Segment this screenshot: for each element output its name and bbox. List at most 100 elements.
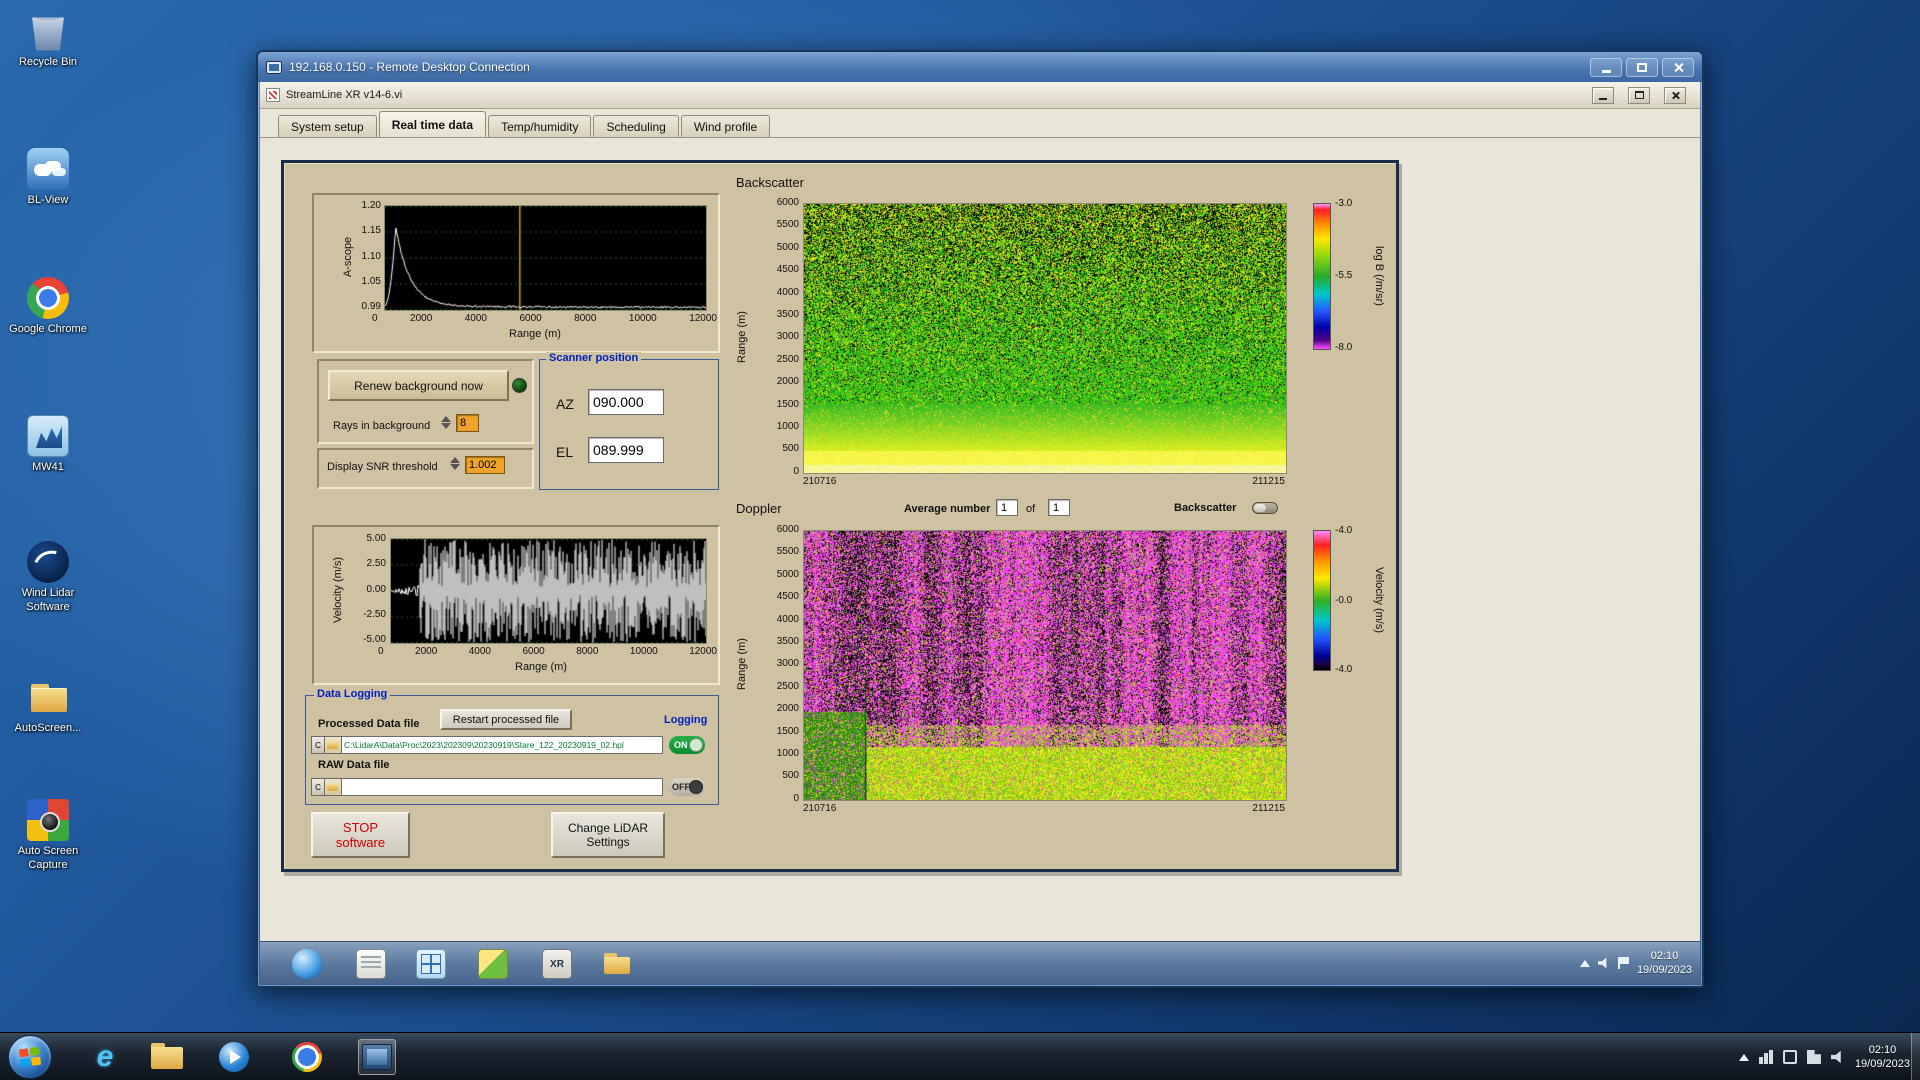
tray-signal-icon[interactable] bbox=[1759, 1050, 1773, 1064]
snr-threshold-value[interactable]: 1.002 bbox=[465, 456, 505, 474]
ascope-x-tick: 4000 bbox=[465, 313, 487, 324]
remote-taskbar-xr-app-icon[interactable]: XR bbox=[542, 949, 572, 979]
average-number-field[interactable]: 1 bbox=[996, 499, 1018, 516]
remote-tray-expand-icon[interactable] bbox=[1580, 960, 1590, 967]
desktop-icon-mw41[interactable]: MW41 bbox=[5, 415, 91, 475]
data-logging-title: Data Logging bbox=[314, 688, 390, 700]
decrement-icon[interactable] bbox=[450, 464, 460, 470]
remote-taskbar-folder-icon[interactable] bbox=[602, 949, 632, 979]
increment-icon[interactable] bbox=[450, 457, 460, 463]
remote-time: 02:10 bbox=[1637, 949, 1692, 963]
rdp-close-button[interactable] bbox=[1662, 58, 1694, 77]
browse-folder-icon[interactable] bbox=[325, 778, 342, 796]
browse-folder-icon[interactable] bbox=[325, 736, 342, 754]
desktop-icon-wind-lidar[interactable]: Wind Lidar Software bbox=[5, 541, 91, 615]
taskbar-media-player-icon[interactable] bbox=[215, 1039, 253, 1075]
rays-in-background-value[interactable]: 8 bbox=[456, 414, 479, 432]
tray-clipboard-icon[interactable] bbox=[1783, 1050, 1797, 1064]
app-restore-button[interactable] bbox=[1628, 87, 1650, 104]
drive-selector[interactable]: C bbox=[311, 778, 325, 796]
backscatter-y-tick: 5500 bbox=[777, 219, 799, 230]
rdp-titlebar[interactable]: 192.168.0.150 - Remote Desktop Connectio… bbox=[258, 52, 1702, 82]
show-desktop-button[interactable] bbox=[1911, 1033, 1920, 1080]
remote-action-center-icon[interactable] bbox=[1618, 957, 1629, 969]
renew-background-button[interactable]: Renew background now bbox=[328, 370, 509, 401]
desktop-icon-bl-view[interactable]: BL-View bbox=[5, 148, 91, 208]
taskbar-chrome-icon[interactable] bbox=[288, 1039, 326, 1075]
tab-bar: System setup Real time data Temp/humidit… bbox=[260, 110, 1700, 138]
desktop-icon-autoscreen[interactable]: AutoScreen... bbox=[5, 676, 91, 736]
taskbar-internet-explorer-icon[interactable]: e bbox=[86, 1039, 124, 1075]
remote-taskbar-mw41-icon[interactable] bbox=[416, 949, 446, 979]
remote-taskbar-browser-icon[interactable] bbox=[292, 949, 322, 979]
backscatter-y-tick: 6000 bbox=[777, 197, 799, 208]
restart-processed-file-button[interactable]: Restart processed file bbox=[440, 709, 572, 730]
snr-spinner[interactable] bbox=[450, 457, 461, 470]
minimize-icon bbox=[1599, 98, 1607, 100]
ascope-y-tick: 1.15 bbox=[362, 225, 381, 236]
az-value-field[interactable]: 090.000 bbox=[588, 389, 664, 415]
processed-data-file-label: Processed Data file bbox=[318, 718, 420, 730]
rdp-minimize-button[interactable] bbox=[1590, 58, 1622, 77]
remote-clock[interactable]: 02:10 19/09/2023 bbox=[1637, 949, 1692, 978]
tab-temp-humidity[interactable]: Temp/humidity bbox=[488, 115, 591, 137]
desktop-icon-auto-screen-capture[interactable]: Auto Screen Capture bbox=[5, 799, 91, 873]
tab-real-time-data[interactable]: Real time data bbox=[379, 111, 486, 137]
app-minimize-button[interactable] bbox=[1592, 87, 1614, 104]
host-taskbar: e 02:10 19/09/2023 bbox=[0, 1032, 1920, 1080]
tray-volume-icon[interactable] bbox=[1831, 1050, 1845, 1064]
tab-wind-profile[interactable]: Wind profile bbox=[681, 115, 770, 137]
velocity-y-tick: -2.50 bbox=[363, 609, 386, 620]
raw-data-file-path[interactable] bbox=[342, 778, 663, 796]
rays-spinner[interactable] bbox=[441, 416, 452, 429]
velocity-plot bbox=[390, 538, 707, 644]
rdp-maximize-button[interactable] bbox=[1626, 58, 1658, 77]
velocity-y-tick: 2.50 bbox=[367, 558, 386, 569]
change-lidar-settings-button[interactable]: Change LiDAR Settings bbox=[551, 812, 665, 858]
decrement-icon[interactable] bbox=[441, 423, 451, 429]
start-button[interactable] bbox=[8, 1035, 52, 1079]
processed-logging-toggle[interactable]: ON bbox=[669, 736, 705, 754]
stop-software-button[interactable]: STOP software bbox=[311, 812, 410, 858]
remote-volume-icon[interactable] bbox=[1598, 957, 1610, 969]
tray-date: 19/09/2023 bbox=[1855, 1057, 1910, 1071]
el-label: EL bbox=[556, 444, 573, 460]
doppler-y-tick: 2000 bbox=[777, 703, 799, 714]
remote-taskbar-notepad-icon[interactable] bbox=[356, 949, 386, 979]
tray-clock[interactable]: 02:10 19/09/2023 bbox=[1855, 1043, 1910, 1072]
backscatter-y-tick: 500 bbox=[782, 443, 799, 454]
tray-network-icon[interactable] bbox=[1807, 1050, 1821, 1064]
ie-icon: e bbox=[97, 1040, 114, 1074]
average-number-label: Average number bbox=[904, 503, 990, 515]
drive-selector[interactable]: C bbox=[311, 736, 325, 754]
backscatter-y-tick: 1000 bbox=[777, 421, 799, 432]
processed-data-file-path[interactable]: C:\LidarA\Data\Proc\2023\202309\20230919… bbox=[342, 736, 663, 754]
backscatter-title: Backscatter bbox=[736, 175, 804, 190]
doppler-colorbar-label: Velocity (m/s) bbox=[1373, 567, 1385, 633]
backscatter-y-tick: 4000 bbox=[777, 287, 799, 298]
increment-icon[interactable] bbox=[441, 416, 451, 422]
el-value-field[interactable]: 089.999 bbox=[588, 437, 664, 463]
velocity-y-ticks: 5.00 2.50 0.00 -2.50 -5.00 bbox=[354, 533, 386, 645]
tab-scheduling[interactable]: Scheduling bbox=[593, 115, 678, 137]
app-close-button[interactable] bbox=[1664, 87, 1686, 104]
raw-logging-toggle[interactable]: OFF bbox=[669, 778, 705, 796]
backscatter-x-ticks: 210716 211215 bbox=[803, 476, 1285, 487]
tray-expand-icon[interactable] bbox=[1739, 1054, 1749, 1061]
ascope-y-axis-label: A-scope bbox=[342, 237, 354, 277]
tab-system-setup[interactable]: System setup bbox=[278, 115, 377, 137]
velocity-x-tick: 2000 bbox=[415, 646, 437, 657]
backscatter-y-tick: 0 bbox=[793, 466, 799, 477]
taskbar-explorer-icon[interactable] bbox=[148, 1039, 186, 1075]
app-titlebar[interactable]: StreamLine XR v14-6.vi bbox=[260, 82, 1700, 109]
ascope-y-ticks: 1.20 1.15 1.10 1.05 0.99 bbox=[354, 200, 381, 312]
backscatter-doppler-toggle[interactable] bbox=[1252, 502, 1278, 514]
velocity-x-tick: 8000 bbox=[576, 646, 598, 657]
backscatter-y-ticks: 6000 5500 5000 4500 4000 3500 3000 2500 2000 1500… bbox=[754, 197, 799, 477]
remote-taskbar-maps-icon[interactable] bbox=[478, 949, 508, 979]
average-total-field[interactable]: 1 bbox=[1048, 499, 1070, 516]
taskbar-rdp-icon-active[interactable] bbox=[358, 1039, 396, 1075]
desktop-icon-google-chrome[interactable]: Google Chrome bbox=[5, 277, 91, 337]
toggle-knob bbox=[689, 738, 703, 752]
desktop-icon-recycle-bin[interactable]: Recycle Bin bbox=[5, 10, 91, 70]
